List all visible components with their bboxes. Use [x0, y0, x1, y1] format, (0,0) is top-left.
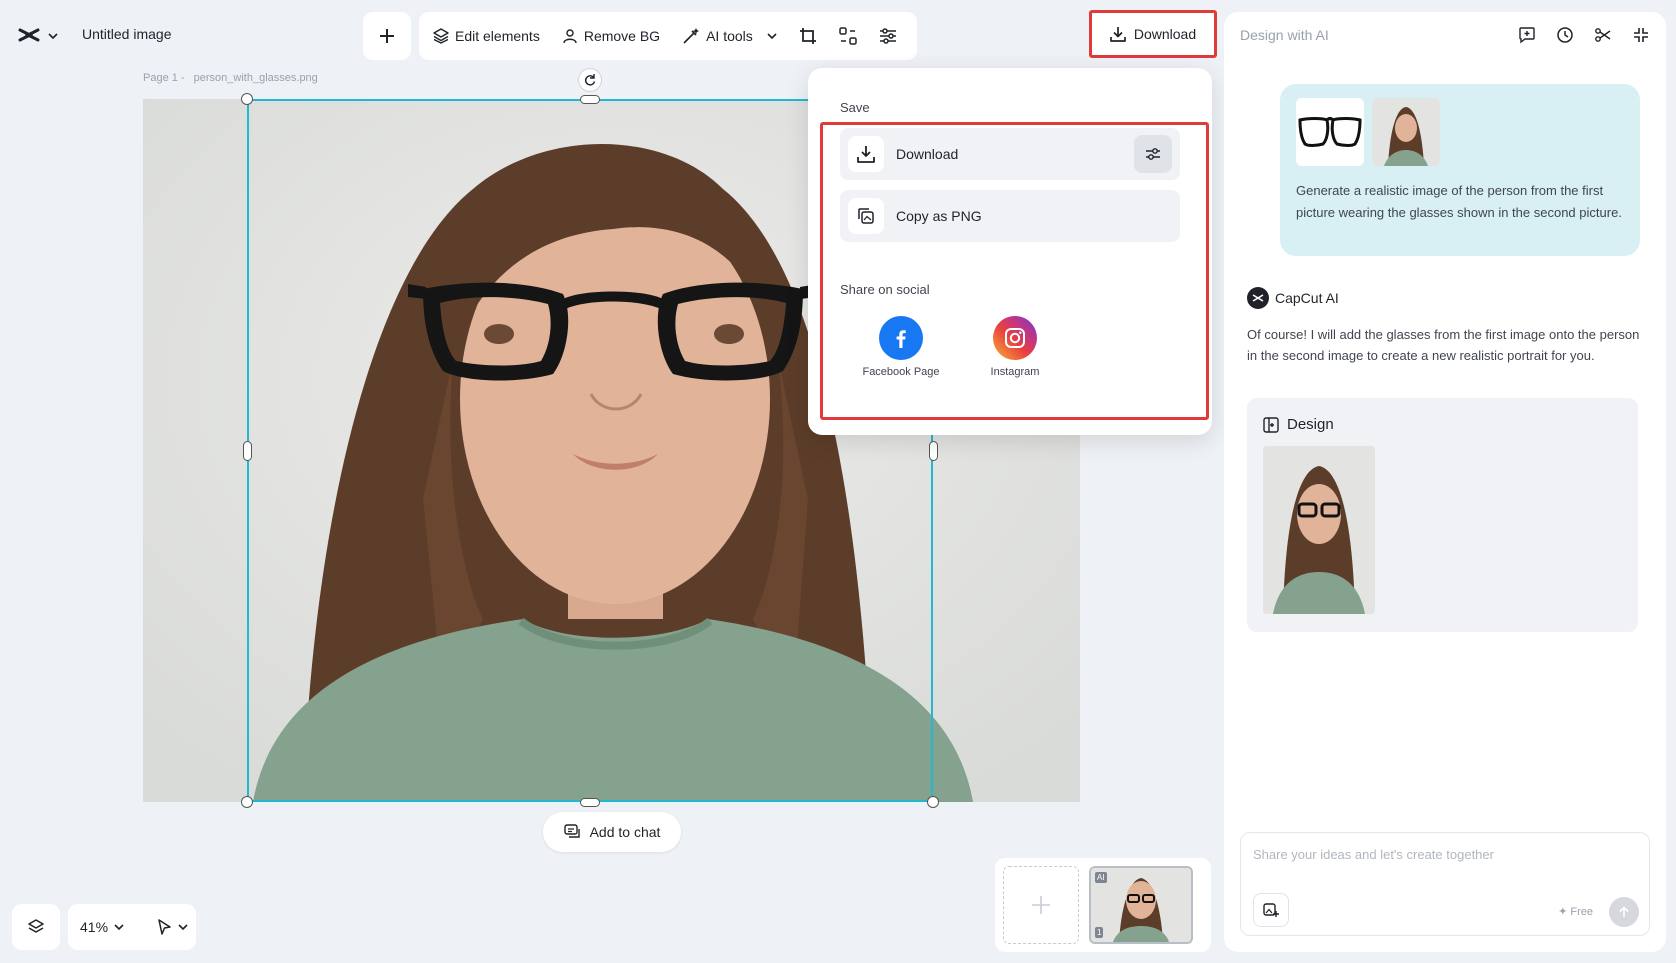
chat-input[interactable]: Share your ideas and let's create togeth… [1240, 832, 1650, 936]
document-title[interactable]: Untitled image [82, 26, 172, 42]
design-label: Design [1287, 416, 1334, 433]
capcut-logo-icon [18, 27, 40, 45]
design-result-image[interactable] [1263, 446, 1375, 614]
remove-bg-button[interactable]: Remove BG [562, 28, 660, 44]
layers-button[interactable] [12, 904, 60, 950]
design-icon [1263, 416, 1279, 433]
chevron-down-icon [767, 32, 777, 40]
capcut-logo-icon [1247, 287, 1269, 309]
magic-wand-icon [682, 27, 700, 45]
adjust-icon[interactable] [879, 27, 897, 45]
panel-title: Design with AI [1240, 27, 1329, 43]
page-thumbnail[interactable]: AI 1 [1089, 866, 1193, 944]
ai-tools-label: AI tools [706, 28, 753, 44]
ai-tools-button[interactable]: AI tools [682, 27, 777, 45]
resize-handle-bottom-right[interactable] [927, 796, 939, 808]
page-thumbnails: AI 1 [995, 858, 1211, 952]
share-icon[interactable] [1594, 26, 1612, 44]
settings-icon[interactable] [1134, 135, 1172, 173]
page-number-badge: 1 [1095, 927, 1104, 938]
history-icon[interactable] [1556, 26, 1574, 44]
instagram-icon [993, 316, 1037, 360]
free-label: Free [1570, 905, 1593, 918]
crop-icon[interactable] [799, 27, 817, 45]
flip-icon[interactable] [839, 27, 857, 45]
save-heading: Save [840, 100, 870, 115]
app-menu-button[interactable] [18, 22, 58, 50]
user-message: Generate a realistic image of the person… [1280, 84, 1640, 256]
ai-message-text: Of course! I will add the glasses from t… [1247, 327, 1640, 363]
user-message-text: Generate a realistic image of the person… [1296, 183, 1622, 220]
ai-chat-panel: Design with AI Generate a realistic imag… [1224, 12, 1666, 952]
download-icon [848, 136, 884, 172]
page-label: Page 1 - person_with_glasses.png [143, 72, 318, 84]
rotate-handle[interactable] [578, 68, 602, 92]
facebook-icon [879, 316, 923, 360]
resize-handle-bottom[interactable] [580, 798, 600, 807]
resize-handle-top-left[interactable] [241, 93, 253, 105]
download-button[interactable]: Download [1089, 10, 1217, 58]
main-toolbar: Edit elements Remove BG AI tools [419, 12, 917, 60]
resize-handle-top[interactable] [580, 95, 600, 104]
rotate-icon [583, 73, 597, 87]
share-heading: Share on social [840, 282, 930, 297]
download-option-label: Download [896, 146, 959, 162]
download-icon [1110, 26, 1126, 42]
glasses-attachment[interactable] [1296, 98, 1364, 166]
copy-icon [848, 198, 884, 234]
instagram-share-button[interactable]: Instagram [970, 316, 1060, 378]
download-label: Download [1133, 26, 1197, 42]
sparkle-icon: ✦ [1558, 906, 1568, 918]
zoom-level[interactable]: 41% [80, 919, 108, 935]
chevron-down-icon [48, 32, 58, 40]
resize-handle-left[interactable] [243, 441, 252, 461]
ai-name: CapCut AI [1275, 290, 1339, 306]
ai-badge: AI [1095, 872, 1107, 883]
chevron-down-icon[interactable] [114, 923, 124, 931]
person-icon [562, 28, 578, 44]
design-card[interactable]: Design [1247, 398, 1638, 632]
add-to-chat-button[interactable]: Add to chat [543, 812, 681, 852]
add-page-button[interactable] [1003, 866, 1079, 944]
page-number-label: Page 1 - [143, 72, 185, 84]
ai-header: CapCut AI [1247, 287, 1339, 309]
image-add-icon [1263, 902, 1279, 918]
plus-icon [378, 27, 396, 45]
panel-toolbar [1518, 26, 1650, 44]
file-name-label: person_with_glasses.png [193, 72, 318, 84]
layers-icon [433, 28, 449, 44]
add-button[interactable] [363, 12, 411, 60]
facebook-share-button[interactable]: Facebook Page [856, 316, 946, 378]
pointer-icon[interactable] [156, 919, 172, 935]
arrow-up-icon [1618, 906, 1630, 918]
chat-input-placeholder: Share your ideas and let's create togeth… [1253, 847, 1494, 862]
remove-bg-label: Remove BG [583, 28, 661, 44]
chevron-down-icon[interactable] [178, 923, 188, 931]
instagram-label: Instagram [990, 366, 1040, 378]
free-badge: ✦ Free [1558, 905, 1593, 919]
send-button[interactable] [1609, 897, 1639, 927]
copy-png-option[interactable]: Copy as PNG [840, 190, 1180, 242]
new-chat-icon[interactable] [1518, 26, 1536, 44]
add-to-chat-label: Add to chat [589, 824, 661, 840]
edit-elements-label: Edit elements [455, 28, 540, 44]
resize-handle-bottom-left[interactable] [241, 796, 253, 808]
download-menu: Save Download Copy as PNG Share on socia… [808, 68, 1212, 435]
layers-icon [28, 919, 44, 935]
design-header: Design [1263, 416, 1334, 433]
facebook-label: Facebook Page [862, 366, 940, 378]
person-attachment[interactable] [1372, 98, 1440, 166]
attach-image-button[interactable] [1253, 893, 1289, 927]
edit-elements-button[interactable]: Edit elements [433, 28, 540, 44]
collapse-icon[interactable] [1632, 26, 1650, 44]
copy-png-label: Copy as PNG [896, 208, 982, 224]
resize-handle-right[interactable] [929, 441, 938, 461]
download-option[interactable]: Download [840, 128, 1180, 180]
chat-icon [563, 824, 582, 840]
plus-icon [1030, 894, 1052, 916]
zoom-controls: 41% [68, 904, 196, 950]
